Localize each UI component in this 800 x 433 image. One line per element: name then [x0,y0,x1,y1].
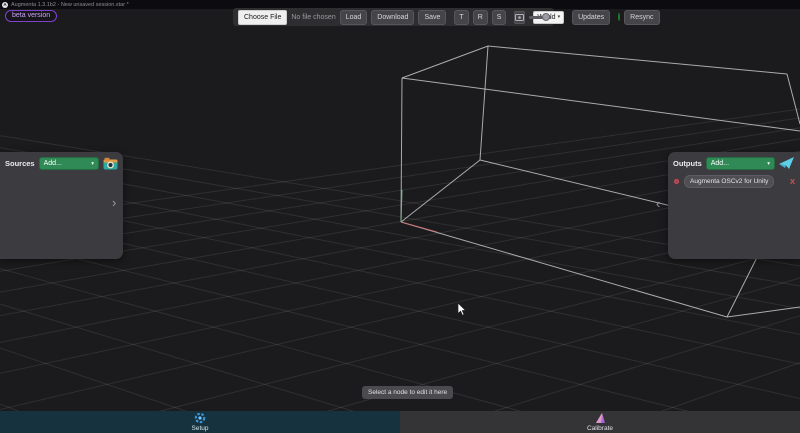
record-dot-icon [673,178,680,185]
tab-setup[interactable]: Setup [0,411,400,433]
sources-title: Sources [5,159,35,168]
dropdown-arrow-icon: ▾ [767,160,770,167]
snapshot-button[interactable] [514,10,526,24]
paper-plane-icon[interactable] [779,157,795,170]
y-axis-hint [400,189,403,223]
outputs-add-label: Add... [710,160,730,167]
resync-button[interactable]: Resync [624,9,660,25]
translate-mode-button[interactable]: T [454,9,469,25]
updates-button[interactable]: Updates [572,9,611,25]
outputs-expand-chevron[interactable]: ‹ [656,197,660,210]
outputs-add-dropdown[interactable]: Add... ▾ [705,157,775,170]
calibrate-icon [595,413,605,423]
app-window: A Augmenta 1.3.1b2 - New unsaved session… [0,0,800,433]
file-status-text: No file chosen [291,13,336,21]
x-axis-hint [400,221,438,233]
load-button[interactable]: Load [339,9,368,25]
sources-expand-chevron[interactable]: › [112,196,116,209]
beta-version-badge: beta version [5,10,58,22]
outputs-title: Outputs [673,159,702,168]
select-arrow-icon: ▾ [557,14,561,20]
sources-add-label: Add... [43,160,62,167]
mouse-cursor [457,303,467,316]
camera-icon[interactable] [103,157,118,170]
resync-status-dot [618,13,621,21]
snapshot-icon [515,13,525,21]
output-item-row[interactable]: Augmenta OSCv2 for Unity X [673,175,795,188]
window-title: Augmenta 1.3.1b2 - New unsaved session.s… [11,1,129,8]
save-button[interactable]: Save [418,9,447,25]
download-button[interactable]: Download [371,9,415,25]
tab-calibrate[interactable]: Calibrate [400,411,800,433]
main-toolbar: Choose File No file chosen Load Download… [233,8,660,26]
choose-file-button[interactable]: Choose File [238,9,288,25]
app-logo-icon: A [2,1,8,8]
mode-tabbar: Setup Calibrate [0,411,800,433]
setup-gear-icon [194,412,206,424]
node-edit-hint: Select a node to edit it here [362,386,454,399]
remove-output-button[interactable]: X [790,177,795,186]
tab-setup-label: Setup [191,425,209,432]
output-item-label[interactable]: Augmenta OSCv2 for Unity [684,175,775,188]
outputs-panel: Outputs Add... ▾ Augmenta OSCv2 for Unit… [668,152,800,259]
rotate-mode-button[interactable]: R [472,9,488,25]
scale-mode-button[interactable]: S [491,9,507,25]
dropdown-arrow-icon: ▾ [91,160,94,167]
sources-add-dropdown[interactable]: Add... ▾ [38,157,99,170]
tab-calibrate-label: Calibrate [586,425,613,432]
sources-panel: Sources Add... ▾ [0,152,123,259]
